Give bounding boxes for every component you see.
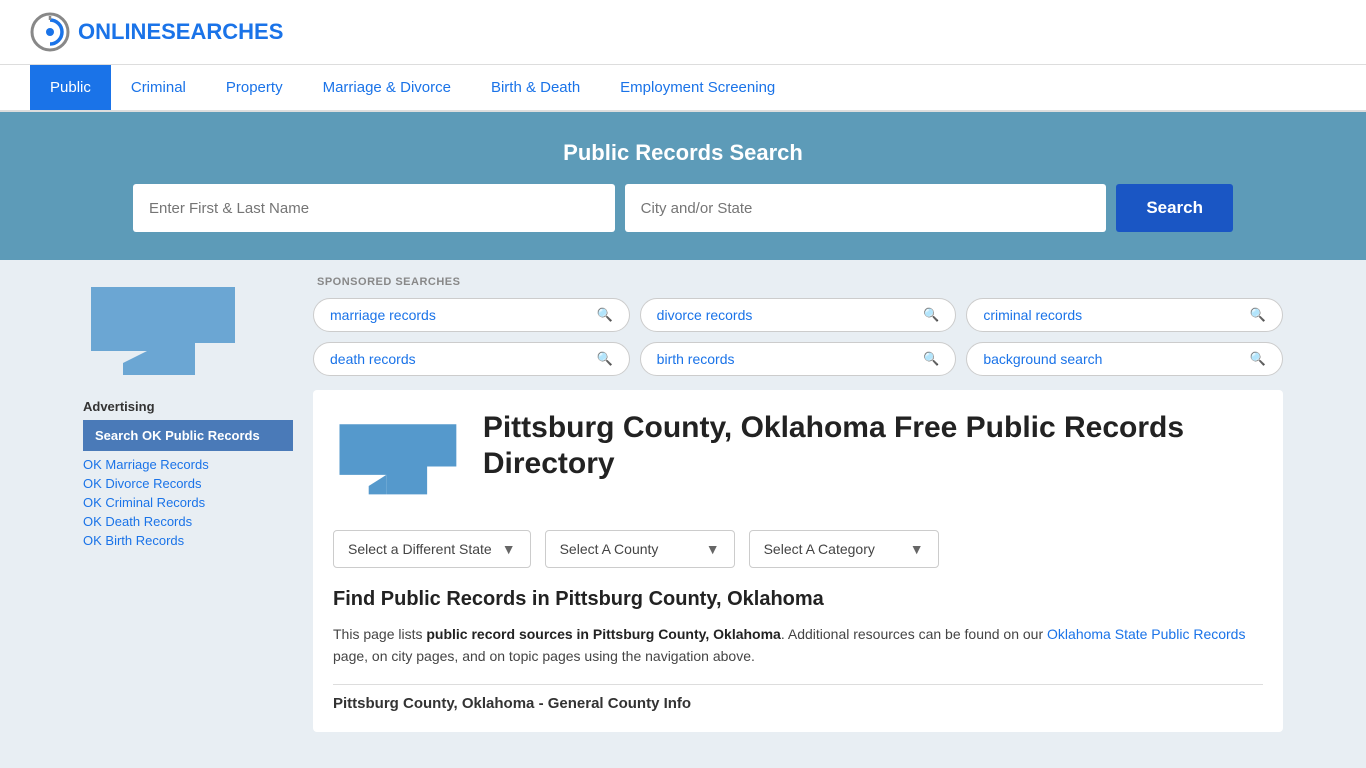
dropdowns-row: Select a Different State ▼ Select A Coun… xyxy=(333,530,1263,568)
search-icon-death: 🔍 xyxy=(596,351,612,367)
tags-row-2: death records 🔍 birth records 🔍 backgrou… xyxy=(313,342,1283,376)
nav-marriage-divorce[interactable]: Marriage & Divorce xyxy=(303,65,471,110)
directory-section: Pittsburg County, Oklahoma Free Public R… xyxy=(313,390,1283,732)
search-icon-birth: 🔍 xyxy=(923,351,939,367)
search-icon-criminal: 🔍 xyxy=(1250,307,1266,323)
sidebar: Advertising Search OK Public Records OK … xyxy=(83,276,293,732)
sidebar-link-birth[interactable]: OK Birth Records xyxy=(83,533,293,548)
sponsored-label: SPONSORED SEARCHES xyxy=(313,276,1283,288)
page-header: ONLINESEARCHES xyxy=(0,0,1366,65)
directory-title: Pittsburg County, Oklahoma Free Public R… xyxy=(483,410,1263,482)
search-icon-background: 🔍 xyxy=(1250,351,1266,367)
sponsored-tags-area: SPONSORED SEARCHES marriage records 🔍 di… xyxy=(313,276,1283,376)
sidebar-link-divorce[interactable]: OK Divorce Records xyxy=(83,476,293,491)
tag-criminal-records[interactable]: criminal records 🔍 xyxy=(966,298,1283,332)
ok-state-link[interactable]: Oklahoma State Public Records xyxy=(1047,626,1245,642)
main-container: Advertising Search OK Public Records OK … xyxy=(63,260,1303,748)
search-banner: Public Records Search Search xyxy=(0,112,1366,260)
tags-row-1: marriage records 🔍 divorce records 🔍 cri… xyxy=(313,298,1283,332)
name-input[interactable] xyxy=(133,184,615,232)
nav-criminal[interactable]: Criminal xyxy=(111,65,206,110)
tag-death-records[interactable]: death records 🔍 xyxy=(313,342,630,376)
general-info-title: Pittsburg County, Oklahoma - General Cou… xyxy=(333,695,1263,712)
tag-background-search[interactable]: background search 🔍 xyxy=(966,342,1283,376)
location-input[interactable] xyxy=(625,184,1107,232)
nav-employment[interactable]: Employment Screening xyxy=(600,65,795,110)
directory-header: Pittsburg County, Oklahoma Free Public R… xyxy=(333,410,1263,510)
sidebar-link-death[interactable]: OK Death Records xyxy=(83,514,293,529)
main-nav: Public Criminal Property Marriage & Divo… xyxy=(0,65,1366,112)
section-divider xyxy=(333,684,1263,685)
nav-public[interactable]: Public xyxy=(30,65,111,110)
category-dropdown[interactable]: Select A Category ▼ xyxy=(749,530,939,568)
search-button[interactable]: Search xyxy=(1116,184,1233,232)
nav-birth-death[interactable]: Birth & Death xyxy=(471,65,600,110)
logo[interactable]: ONLINESEARCHES xyxy=(30,12,283,52)
category-dropdown-arrow: ▼ xyxy=(910,541,924,557)
sidebar-links: OK Marriage Records OK Divorce Records O… xyxy=(83,457,293,548)
oklahoma-map xyxy=(83,276,243,386)
state-dropdown[interactable]: Select a Different State ▼ xyxy=(333,530,531,568)
search-icon-divorce: 🔍 xyxy=(923,307,939,323)
state-map-icon xyxy=(333,410,463,510)
county-dropdown[interactable]: Select A County ▼ xyxy=(545,530,735,568)
logo-icon xyxy=(30,12,70,52)
tag-marriage-records[interactable]: marriage records 🔍 xyxy=(313,298,630,332)
content-area: SPONSORED SEARCHES marriage records 🔍 di… xyxy=(313,276,1283,732)
sidebar-link-criminal[interactable]: OK Criminal Records xyxy=(83,495,293,510)
search-banner-title: Public Records Search xyxy=(30,140,1336,166)
logo-text: ONLINESEARCHES xyxy=(78,19,283,45)
search-form: Search xyxy=(133,184,1233,232)
advertising-label: Advertising xyxy=(83,399,293,414)
tag-birth-records[interactable]: birth records 🔍 xyxy=(640,342,957,376)
sidebar-link-marriage[interactable]: OK Marriage Records xyxy=(83,457,293,472)
nav-property[interactable]: Property xyxy=(206,65,303,110)
county-dropdown-arrow: ▼ xyxy=(706,541,720,557)
find-records-title: Find Public Records in Pittsburg County,… xyxy=(333,588,1263,611)
search-icon-marriage: 🔍 xyxy=(596,307,612,323)
ad-box[interactable]: Search OK Public Records xyxy=(83,420,293,451)
state-dropdown-arrow: ▼ xyxy=(502,541,516,557)
tag-divorce-records[interactable]: divorce records 🔍 xyxy=(640,298,957,332)
find-records-text: This page lists public record sources in… xyxy=(333,623,1263,668)
